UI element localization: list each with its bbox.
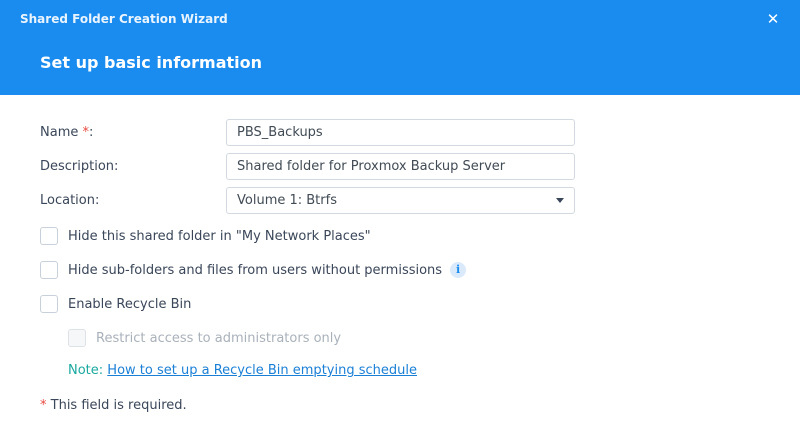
close-button[interactable]: ✕ — [764, 10, 782, 28]
note-prefix: Note: — [68, 363, 108, 378]
recycle-bin-label: Enable Recycle Bin — [68, 296, 192, 312]
name-label-text: Name — [40, 125, 83, 140]
name-label-suffix: : — [89, 125, 94, 140]
restrict-admin-option: Restrict access to administrators only — [68, 328, 341, 348]
description-input[interactable] — [226, 153, 575, 180]
restrict-admin-label: Restrict access to administrators only — [96, 330, 342, 346]
description-label: Description: — [40, 159, 119, 174]
location-label: Location: — [40, 193, 100, 208]
wizard-header: Shared Folder Creation Wizard ✕ Set up b… — [0, 0, 800, 95]
name-label: Name *: — [40, 125, 93, 140]
hide-subfolders-label: Hide sub-folders and files from users wi… — [68, 262, 443, 278]
step-title: Set up basic information — [40, 53, 263, 72]
hide-folder-checkbox[interactable] — [40, 227, 58, 245]
hide-subfolders-checkbox[interactable] — [40, 261, 58, 279]
name-input[interactable] — [226, 119, 575, 146]
close-icon: ✕ — [766, 10, 780, 28]
required-field-note: * This field is required. — [40, 398, 187, 413]
hide-subfolders-option[interactable]: Hide sub-folders and files from users wi… — [40, 260, 467, 280]
hide-folder-label: Hide this shared folder in "My Network P… — [68, 228, 371, 244]
required-text: This field is required. — [46, 398, 187, 413]
recycle-bin-note: Note: How to set up a Recycle Bin emptyi… — [68, 363, 417, 378]
chevron-down-icon — [556, 198, 564, 203]
location-selected-value: Volume 1: Btrfs — [237, 193, 337, 208]
location-select[interactable]: Volume 1: Btrfs — [226, 187, 575, 214]
restrict-admin-checkbox — [68, 329, 86, 347]
window-title: Shared Folder Creation Wizard — [20, 12, 228, 26]
hide-folder-option[interactable]: Hide this shared folder in "My Network P… — [40, 226, 371, 246]
recycle-bin-checkbox[interactable] — [40, 295, 58, 313]
info-icon[interactable]: i — [450, 262, 467, 278]
recycle-bin-option[interactable]: Enable Recycle Bin — [40, 294, 191, 314]
recycle-bin-schedule-link[interactable]: How to set up a Recycle Bin emptying sch… — [107, 363, 417, 378]
